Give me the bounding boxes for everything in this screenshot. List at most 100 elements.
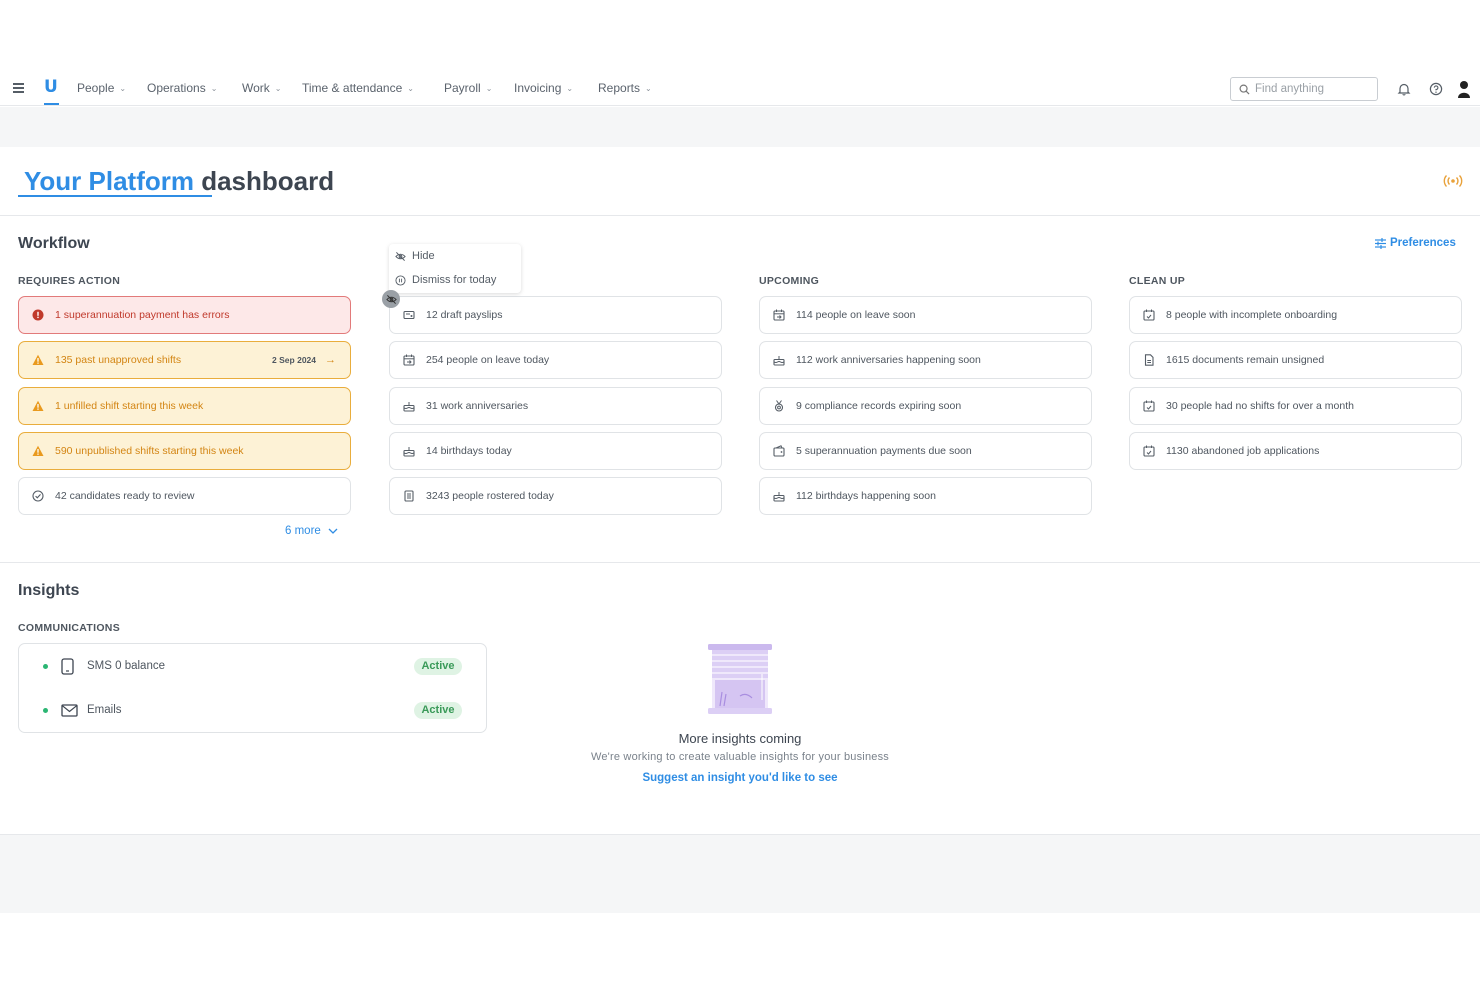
- eye-off-icon: [395, 251, 406, 261]
- section-divider: [0, 562, 1480, 563]
- channel-label: Emails: [87, 704, 122, 716]
- workflow-card[interactable]: 12 draft payslips: [389, 296, 722, 334]
- chevron-down-icon: ⌄: [274, 83, 282, 93]
- mail-icon: [61, 703, 78, 717]
- workflow-card[interactable]: 30 people had no shifts for over a month: [1129, 387, 1462, 425]
- nav-invoicing[interactable]: Invoicing ⌄: [514, 81, 573, 95]
- page-title: Your Platform dashboard: [24, 166, 334, 197]
- top-navigation: U People ⌄ Operations ⌄ Work ⌄ Time & atten…: [0, 70, 1480, 106]
- nav-operations[interactable]: Operations ⌄: [147, 81, 217, 95]
- workflow-card[interactable]: 3243 people rostered today: [389, 477, 722, 515]
- chevron-down-icon: ⌄: [566, 83, 574, 93]
- workflow-card[interactable]: 254 people on leave today: [389, 341, 722, 379]
- footer-band: [0, 835, 1480, 913]
- nav-time-attendance[interactable]: Time & attendance ⌄: [302, 81, 414, 95]
- nav-label: People: [77, 81, 115, 95]
- status-dot: [43, 663, 48, 669]
- warning-icon: [32, 445, 44, 457]
- search-box[interactable]: [1230, 77, 1378, 101]
- cake-icon: [403, 400, 415, 412]
- workflow-card[interactable]: 31 work anniversaries: [389, 387, 722, 425]
- page-header: Your Platform dashboard: [0, 147, 1480, 216]
- workflow-card[interactable]: 1 superannuation payment has errors: [18, 296, 351, 334]
- workflow-card[interactable]: 135 past unapproved shifts 2 Sep 2024 →: [18, 341, 351, 379]
- card-label: 12 draft payslips: [426, 309, 503, 321]
- menu-item-hide[interactable]: Hide: [395, 250, 435, 262]
- calendar-leave-icon: [403, 354, 415, 366]
- onboarding-calendar-icon: [1143, 309, 1155, 321]
- workflow-card[interactable]: 42 candidates ready to review: [18, 477, 351, 515]
- chevron-down-icon: [328, 528, 338, 534]
- medal-icon: [773, 400, 785, 412]
- arrow-right-icon[interactable]: →: [325, 354, 336, 366]
- menu-icon[interactable]: [13, 83, 24, 93]
- chevron-down-icon: ⌄: [645, 83, 652, 93]
- insights-empty-title: More insights coming: [678, 731, 802, 746]
- card-label: 590 unpublished shifts starting this wee…: [55, 445, 244, 457]
- workflow-card[interactable]: 1130 abandoned job applications: [1129, 432, 1462, 470]
- status-dot: [43, 707, 48, 713]
- preferences-button[interactable]: Preferences: [1375, 237, 1456, 249]
- warning-icon: [32, 354, 44, 366]
- nav-label: Invoicing: [514, 81, 562, 95]
- sliders-icon: [1375, 237, 1386, 249]
- search-icon: [1239, 84, 1250, 95]
- search-input[interactable]: [1255, 83, 1365, 95]
- column-header-requires-action: REQUIRES ACTION: [18, 275, 121, 287]
- card-label: 8 people with incomplete onboarding: [1166, 309, 1338, 321]
- error-icon: [32, 309, 44, 321]
- check-circle-icon: [32, 490, 44, 502]
- calendar-leave-icon: [773, 309, 785, 321]
- card-label: 1130 abandoned job applications: [1166, 445, 1320, 457]
- status-badge: Active: [414, 657, 462, 675]
- calendar-icon: [1143, 400, 1155, 412]
- nav-label: Time & attendance: [302, 81, 403, 95]
- nav-label: Payroll: [444, 81, 481, 95]
- document-icon: [1143, 354, 1155, 366]
- menu-item-label: Dismiss for today: [412, 274, 497, 286]
- logo-letter: U: [44, 77, 58, 97]
- suggest-insight-link[interactable]: Suggest an insight you'd like to see: [0, 772, 1480, 784]
- workflow-card[interactable]: 8 people with incomplete onboarding: [1129, 296, 1462, 334]
- workflow-card[interactable]: 590 unpublished shifts starting this wee…: [18, 432, 351, 470]
- bell-icon[interactable]: [1397, 82, 1411, 96]
- column-header-upcoming: UPCOMING: [759, 275, 820, 287]
- show-more-label: 6 more: [285, 525, 321, 537]
- card-label: 31 work anniversaries: [426, 400, 529, 412]
- card-label: 114 people on leave soon: [796, 309, 916, 321]
- menu-item-dismiss[interactable]: Dismiss for today: [395, 274, 496, 286]
- pause-circle-icon: [395, 274, 406, 286]
- show-more-button[interactable]: 6 more: [285, 525, 338, 537]
- card-label: 14 birthdays today: [426, 445, 512, 457]
- nav-people[interactable]: People ⌄: [77, 81, 126, 95]
- window-blinds-illustration: [708, 644, 772, 714]
- warning-icon: [32, 400, 44, 412]
- column-header-clean-up: CLEAN UP: [1129, 275, 1186, 287]
- title-brand: Your Platform: [24, 166, 194, 196]
- channel-row-email[interactable]: Emails Active: [19, 700, 488, 720]
- workflow-card[interactable]: 9 compliance records expiring soon: [759, 387, 1092, 425]
- workflow-card[interactable]: 1615 documents remain unsigned: [1129, 341, 1462, 379]
- app-logo[interactable]: U: [44, 77, 60, 105]
- workflow-card[interactable]: 1 unfilled shift starting this week: [18, 387, 351, 425]
- channel-row-sms[interactable]: SMS 0 balance Active: [19, 656, 488, 676]
- eye-off-icon: [385, 294, 397, 304]
- workflow-card[interactable]: 14 birthdays today: [389, 432, 722, 470]
- help-icon[interactable]: [1429, 82, 1443, 96]
- workflow-card[interactable]: 5 superannuation payments due soon: [759, 432, 1092, 470]
- nav-label: Work: [242, 81, 270, 95]
- nav-reports[interactable]: Reports ⌄: [598, 81, 652, 95]
- title-rest: dashboard: [201, 166, 335, 196]
- workflow-card[interactable]: 114 people on leave soon: [759, 296, 1092, 334]
- nav-payroll[interactable]: Payroll ⌄: [444, 81, 492, 95]
- card-options-menu: Hide Dismiss for today: [389, 244, 521, 293]
- user-avatar-icon[interactable]: [1457, 80, 1471, 98]
- card-label: 135 past unapproved shifts: [55, 354, 182, 366]
- workflow-card[interactable]: 112 birthdays happening soon: [759, 477, 1092, 515]
- broadcast-icon[interactable]: [1442, 174, 1464, 188]
- nav-work[interactable]: Work ⌄: [242, 81, 281, 95]
- chevron-down-icon: ⌄: [485, 83, 493, 93]
- workflow-card[interactable]: 112 work anniversaries happening soon: [759, 341, 1092, 379]
- hide-card-button[interactable]: [382, 290, 400, 308]
- cake-icon: [403, 445, 415, 457]
